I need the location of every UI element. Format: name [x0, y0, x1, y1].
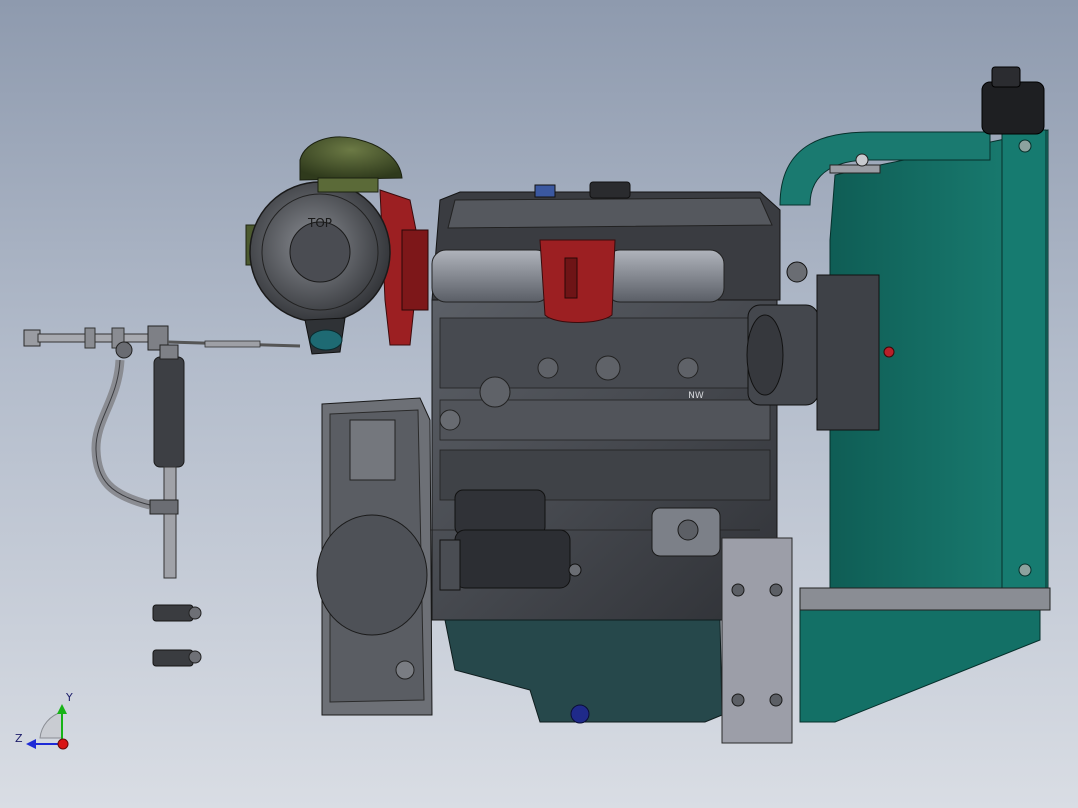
hose-clamp[interactable] — [152, 649, 202, 667]
air-cleaner[interactable]: TOP — [245, 136, 429, 355]
cad-viewport[interactable]: TOP NW Y Z — [0, 0, 1078, 808]
fuel-line-assembly[interactable] — [23, 325, 301, 579]
hose-clamp[interactable] — [152, 604, 202, 622]
expansion-tank[interactable] — [981, 66, 1045, 135]
block-casting-mark: NW — [688, 391, 704, 401]
flywheel-housing[interactable] — [316, 397, 433, 716]
oil-pan[interactable] — [444, 619, 723, 724]
triad-z-label: Z — [15, 732, 23, 745]
air-filter-top-label: TOP — [307, 216, 332, 230]
orientation-triad: Y Z — [15, 691, 73, 750]
triad-y-label: Y — [65, 691, 73, 704]
engine-assembly-model[interactable]: TOP NW Y Z — [0, 0, 1078, 808]
